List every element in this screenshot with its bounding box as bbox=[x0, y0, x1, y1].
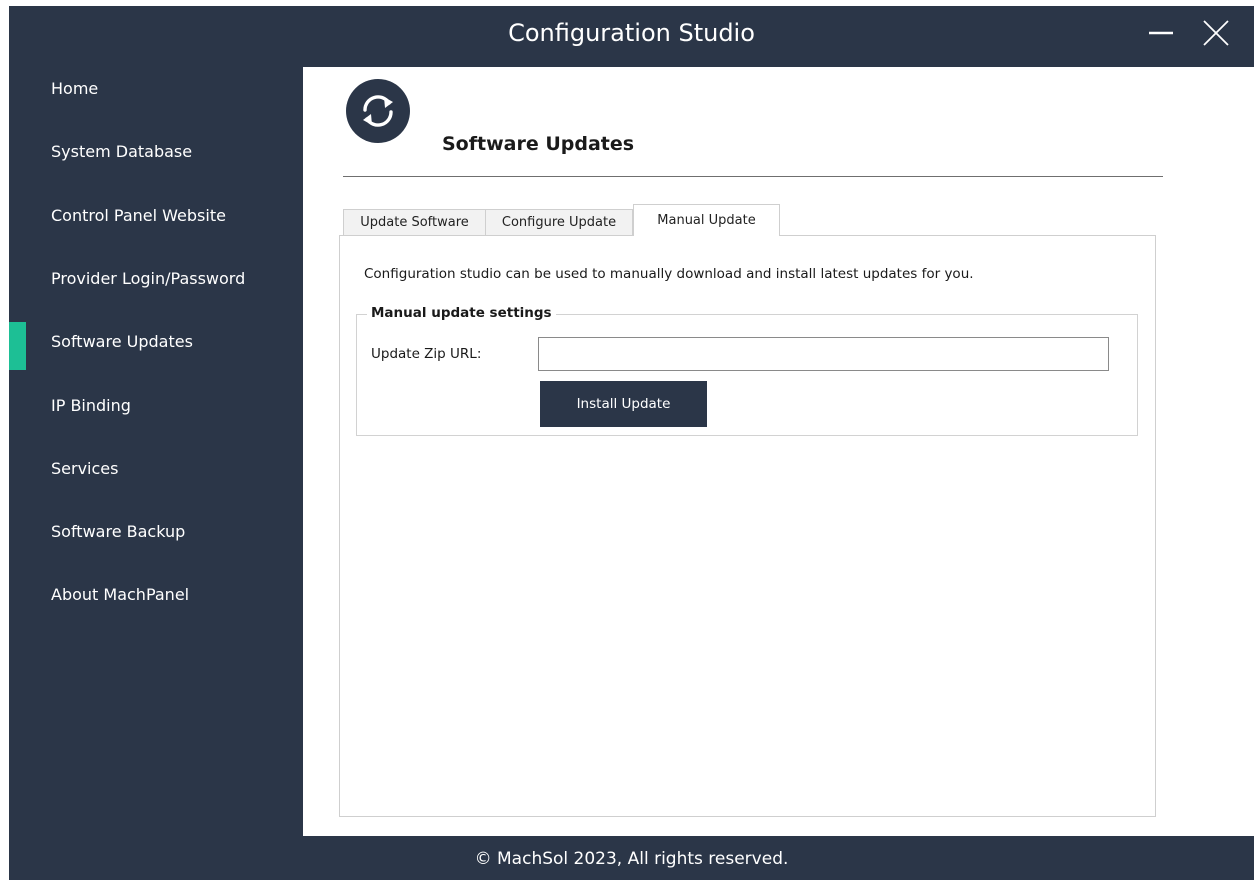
sidebar-item-label: IP Binding bbox=[51, 395, 131, 415]
sidebar-item-label: Provider Login/Password bbox=[51, 268, 246, 288]
sidebar-item-control-panel-website[interactable]: Control Panel Website bbox=[9, 191, 302, 239]
sidebar-item-software-backup[interactable]: Software Backup bbox=[9, 507, 302, 555]
sidebar-item-label: Home bbox=[51, 78, 99, 98]
sidebar-item-provider-login-password[interactable]: Provider Login/Password bbox=[9, 254, 302, 302]
sync-icon bbox=[363, 95, 393, 127]
main-content: Software Updates Update Software Configu… bbox=[303, 67, 1254, 836]
group-title: Manual update settings bbox=[367, 305, 556, 321]
sidebar-item-about-machpanel[interactable]: About MachPanel bbox=[9, 570, 302, 618]
manual-update-description: Configuration studio can be used to manu… bbox=[364, 266, 974, 282]
install-update-button[interactable]: Install Update bbox=[540, 381, 707, 427]
header-icon-badge bbox=[346, 79, 410, 143]
header-divider bbox=[343, 176, 1163, 177]
minimize-button[interactable] bbox=[1143, 15, 1179, 51]
sidebar-item-label: System Database bbox=[51, 141, 193, 161]
sidebar-item-ip-binding[interactable]: IP Binding bbox=[9, 381, 302, 429]
manual-update-panel: Configuration studio can be used to manu… bbox=[339, 235, 1156, 817]
close-button[interactable] bbox=[1198, 15, 1234, 51]
footer-copyright: © MachSol 2023, All rights reserved. bbox=[474, 849, 789, 869]
manual-update-settings-group: Manual update settings Update Zip URL: I… bbox=[356, 305, 1138, 436]
sidebar-item-services[interactable]: Services bbox=[9, 444, 302, 492]
sidebar-item-label: Control Panel Website bbox=[51, 205, 226, 225]
minimize-icon bbox=[1149, 31, 1173, 35]
update-zip-url-input[interactable] bbox=[538, 337, 1109, 371]
sidebar-item-label: Software Backup bbox=[51, 521, 186, 541]
tab-update-software[interactable]: Update Software bbox=[343, 209, 486, 235]
sidebar-item-label: Services bbox=[51, 458, 119, 478]
close-icon bbox=[1203, 20, 1229, 46]
active-indicator bbox=[9, 322, 26, 370]
title-bar: Configuration Studio bbox=[9, 6, 1254, 64]
update-zip-url-label: Update Zip URL: bbox=[371, 346, 482, 362]
app-window: Configuration Studio Home System Databas… bbox=[9, 6, 1254, 880]
sidebar-item-system-database[interactable]: System Database bbox=[9, 127, 302, 175]
sidebar-nav: Home System Database Control Panel Websi… bbox=[9, 64, 302, 838]
sidebar-item-label: About MachPanel bbox=[51, 584, 190, 604]
tab-configure-update[interactable]: Configure Update bbox=[485, 209, 633, 235]
tab-manual-update[interactable]: Manual Update bbox=[633, 204, 780, 236]
sidebar-item-software-updates[interactable]: Software Updates bbox=[9, 317, 302, 370]
sidebar-item-label: Software Updates bbox=[51, 331, 193, 351]
sidebar-item-home[interactable]: Home bbox=[9, 64, 302, 112]
page-title: Software Updates bbox=[442, 133, 635, 155]
window-title: Configuration Studio bbox=[508, 19, 755, 47]
